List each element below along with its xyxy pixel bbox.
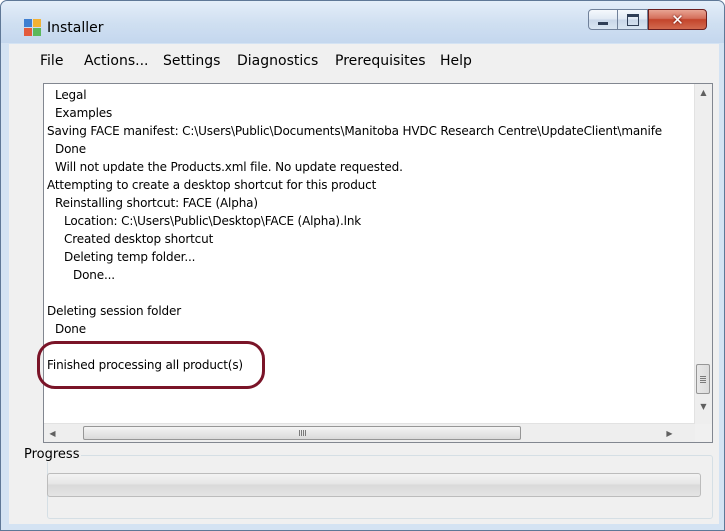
log-line: Examples [55,106,113,120]
log-line: Saving FACE manifest: C:\Users\Public\Do… [47,124,663,138]
client-area: File Actions... Settings Diagnostics Pre… [9,44,719,524]
log-line: Will not update the Products.xml file. N… [55,160,403,174]
log-line: Done [55,142,86,156]
close-button[interactable]: ✕ [648,9,707,30]
scroll-left-button[interactable]: ◀ [44,424,61,442]
arrow-up-icon: ▲ [700,88,707,97]
minimize-button[interactable] [588,9,618,30]
menu-actions[interactable]: Actions... [84,53,149,69]
window-title: Installer [47,20,104,36]
grip-icon [700,375,706,383]
log-line: Done [55,322,86,336]
scrollbar-corner [695,424,712,442]
horizontal-scrollbar[interactable]: ◀ ▶ [44,423,695,442]
close-icon: ✕ [671,10,684,29]
scroll-down-button[interactable]: ▼ [695,398,712,415]
log-output[interactable]: Legal Examples Saving FACE manifest: C:\… [43,83,713,443]
title-bar[interactable]: Installer ✕ [1,1,724,43]
log-line: Deleting temp folder... [64,250,196,264]
highlight-annotation [37,341,265,389]
progress-label: Progress [22,447,82,462]
log-line: Legal [55,88,87,102]
arrow-down-icon: ▼ [700,402,707,411]
grip-icon [298,430,306,436]
minimize-icon [598,22,608,25]
horizontal-scroll-thumb[interactable] [83,426,521,440]
menu-diagnostics[interactable]: Diagnostics [237,53,318,69]
arrow-right-icon: ▶ [666,428,673,438]
log-line: Done... [73,268,115,282]
maximize-button[interactable] [618,9,648,30]
log-line: Attempting to create a desktop shortcut … [47,178,377,192]
vertical-scroll-thumb[interactable] [696,364,710,394]
menu-file[interactable]: File [40,53,63,69]
menu-prerequisites[interactable]: Prerequisites [335,53,426,69]
menu-settings[interactable]: Settings [163,53,220,69]
vertical-scrollbar[interactable]: ▲ ▼ [694,84,712,424]
log-line: Created desktop shortcut [64,232,214,246]
installer-app-icon [24,19,41,36]
menu-bar: File Actions... Settings Diagnostics Pre… [9,44,719,74]
menu-help[interactable]: Help [440,53,472,69]
installer-window: Installer ✕ File Actions... Settings Dia… [0,0,725,531]
progress-bar [47,473,701,497]
arrow-left-icon: ◀ [49,428,56,438]
log-line: Reinstalling shortcut: FACE (Alpha) [55,196,258,210]
maximize-icon [626,13,639,26]
scroll-up-button[interactable]: ▲ [695,84,712,101]
scroll-right-button[interactable]: ▶ [661,424,678,442]
log-line: Deleting session folder [47,304,182,318]
log-line: Location: C:\Users\Public\Desktop\FACE (… [64,214,362,228]
